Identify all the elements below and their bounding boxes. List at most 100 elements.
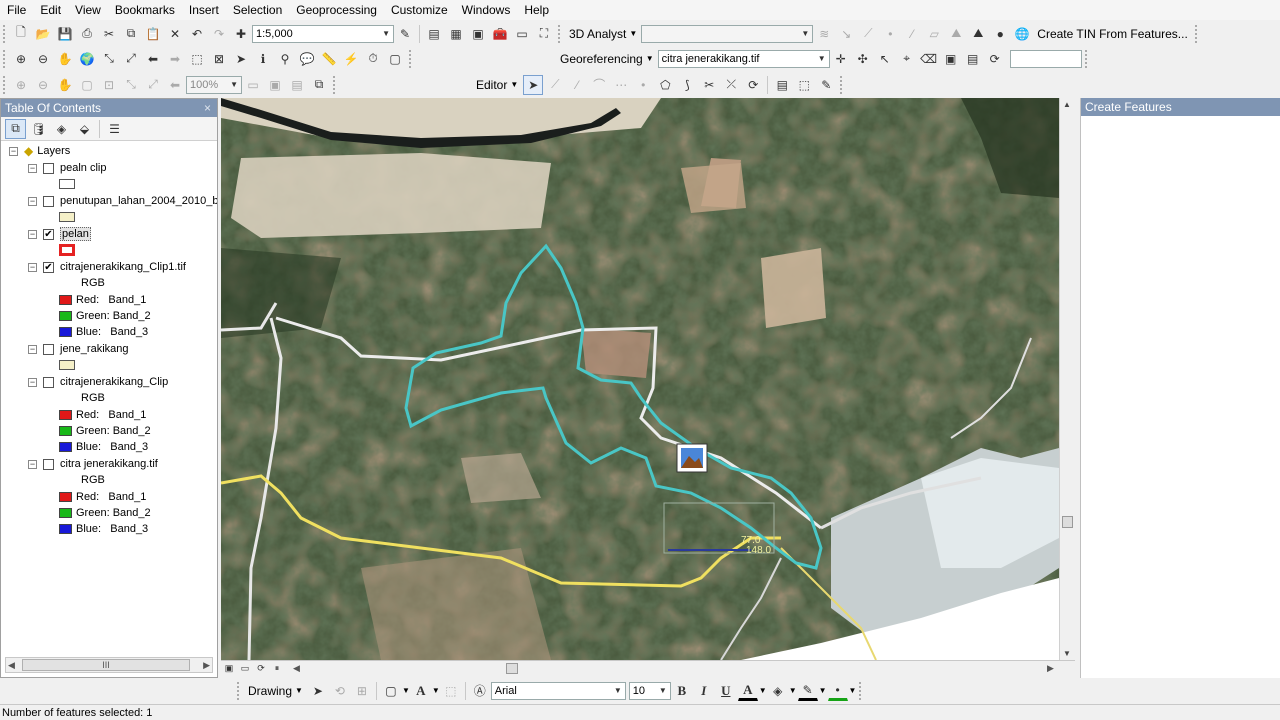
scroll-left-icon[interactable]: ◀ [293,663,300,674]
line-of-sight-icon[interactable]: ⟋ [858,24,878,44]
toolbar-grip[interactable] [333,75,337,94]
fill-color-icon[interactable]: ◈ [768,681,788,701]
modelbuilder-icon[interactable]: ⛶ [534,24,554,44]
identify-icon[interactable]: ℹ [253,49,273,69]
scroll-right-icon[interactable]: ▶ [203,660,210,671]
change-layout-icon[interactable]: ▤ [287,75,307,95]
link-table-icon[interactable]: ▤ [963,49,983,69]
straight-segment-icon[interactable]: ⁄ [567,75,587,95]
table-window-icon[interactable]: ▤ [424,24,444,44]
marker-color-icon[interactable]: • [827,681,848,701]
scroll-thumb[interactable]: III [22,659,190,671]
layer-row[interactable]: − ✔ pelan [28,226,91,242]
python-window-icon[interactable]: ▭ [512,24,532,44]
layer-name[interactable]: citrajenerakikang_Clip1.tif [60,261,186,273]
select-features-icon[interactable]: ⬚ [187,49,207,69]
layer-row[interactable]: − citra jenerakikang.tif [28,456,158,472]
fixed-zoom-in-icon[interactable]: ⤡ [99,49,119,69]
collapse-icon[interactable]: − [9,146,18,156]
zoom-out-icon[interactable]: ⊖ [33,49,53,69]
new-document-icon[interactable]: 🗋 [11,24,31,44]
edit-annotation-icon[interactable]: ⟋ [545,75,565,95]
data-driven-pages-icon[interactable]: ⧉ [309,75,329,95]
create-viewer-icon[interactable]: ▢ [385,49,405,69]
time-slider-icon[interactable]: ⏱ [363,49,383,69]
menu-geoprocessing[interactable]: Geoprocessing [289,0,384,20]
interpolate-line-icon[interactable]: ⁄ [902,24,922,44]
rotate-icon[interactable]: ⟳ [985,49,1005,69]
layer-symbol-row[interactable] [59,357,75,373]
toolbar-grip[interactable] [3,24,7,43]
select-elements-icon[interactable]: ➤ [308,681,328,701]
rotate-angle-input[interactable] [1009,49,1082,68]
chevron-down-icon[interactable]: ▼ [432,686,440,695]
zoom-to-link-icon[interactable]: ⌖ [897,49,917,69]
find-icon[interactable]: ⚲ [275,49,295,69]
undo-icon[interactable]: ↶ [187,24,207,44]
menu-insert[interactable]: Insert [182,0,226,20]
menu-help[interactable]: Help [517,0,556,20]
refresh-icon[interactable]: ⟳ [254,662,268,676]
zoom-100-icon[interactable]: ⊡ [99,75,119,95]
fixed-zoom-out-icon[interactable]: ⤢ [121,49,141,69]
contour-icon[interactable]: ≋ [814,24,834,44]
collapse-icon[interactable]: − [28,344,37,354]
menu-customize[interactable]: Customize [384,0,455,20]
list-by-visibility-icon[interactable]: ◈ [51,119,72,139]
delete-icon[interactable]: ✕ [165,24,185,44]
arctoolbox-icon[interactable]: 🧰 [490,24,510,44]
toolbar-grip[interactable] [237,681,241,700]
scroll-left-icon[interactable]: ◀ [8,660,15,671]
split-icon[interactable]: ⤫ [721,75,741,95]
edit-vertices-icon[interactable]: ⬠ [655,75,675,95]
interpolate-point-icon[interactable]: • [880,24,900,44]
collapse-icon[interactable]: − [28,459,37,469]
toolbar-grip[interactable] [409,49,413,68]
menu-file[interactable]: File [0,0,33,20]
print-icon[interactable]: ⎙ [77,24,97,44]
bold-button[interactable]: B [672,681,692,701]
layout-zoom-combo[interactable]: 100% ▼ [186,75,242,94]
paste-icon[interactable]: 📋 [143,24,163,44]
3d-analyst-menu[interactable]: 3D Analyst ▼ [565,27,641,41]
georef-layer-combo[interactable]: citra jenerakikang.tif ▼ [657,49,830,68]
font-size-combo[interactable]: 10 ▼ [628,681,671,700]
toc-horizontal-scrollbar[interactable]: ◀ III ▶ [5,657,213,673]
menu-view[interactable]: View [68,0,108,20]
map-vertical-scrollbar[interactable]: ▲ ▼ [1059,98,1075,660]
data-view-icon[interactable]: ▣ [222,662,236,676]
select-elements-icon[interactable]: ➤ [231,49,251,69]
interpolate-polygon-icon[interactable]: ▱ [924,24,944,44]
layer-name[interactable]: citrajenerakikang_Clip [60,376,168,388]
menu-windows[interactable]: Windows [455,0,518,20]
editor-toolbar-icon[interactable]: ✎ [395,24,415,44]
chevron-down-icon[interactable]: ▼ [849,686,857,695]
italic-button[interactable]: I [694,681,714,701]
layer-symbol[interactable] [59,212,75,222]
menu-bookmarks[interactable]: Bookmarks [108,0,182,20]
map-view[interactable]: 77.0 148.0 [221,98,1059,660]
scroll-thumb[interactable] [506,663,518,674]
search-window-icon[interactable]: ▣ [468,24,488,44]
zoom-whole-page-icon[interactable]: ▢ [77,75,97,95]
layout-back-icon[interactable]: ⬅ [165,75,185,95]
layer-name[interactable]: citra jenerakikang.tif [60,458,158,470]
hyperlink-icon[interactable]: ⚡ [341,49,361,69]
save-icon[interactable]: 💾 [55,24,75,44]
go-back-icon[interactable]: ⬅ [143,49,163,69]
reshape-icon[interactable]: ⟆ [677,75,697,95]
font-icon[interactable]: Ⓐ [470,681,490,701]
collapse-icon[interactable]: − [28,229,37,239]
menu-selection[interactable]: Selection [226,0,289,20]
trace-icon[interactable]: ⋯ [611,75,631,95]
layer-row[interactable]: − pealn clip [28,160,106,176]
layer-symbol[interactable] [59,179,75,189]
attributes-icon[interactable]: ▤ [772,75,792,95]
open-folder-icon[interactable]: 📂 [33,24,53,44]
chevron-down-icon[interactable]: ▼ [759,686,767,695]
layer-name[interactable]: penutupan_lahan_2004_2010_b [60,195,217,207]
underline-button[interactable]: U [716,681,736,701]
layer-visibility-checkbox[interactable] [43,458,54,470]
auto-registration-icon[interactable]: ✣ [853,49,873,69]
layer-symbol[interactable] [59,360,75,370]
